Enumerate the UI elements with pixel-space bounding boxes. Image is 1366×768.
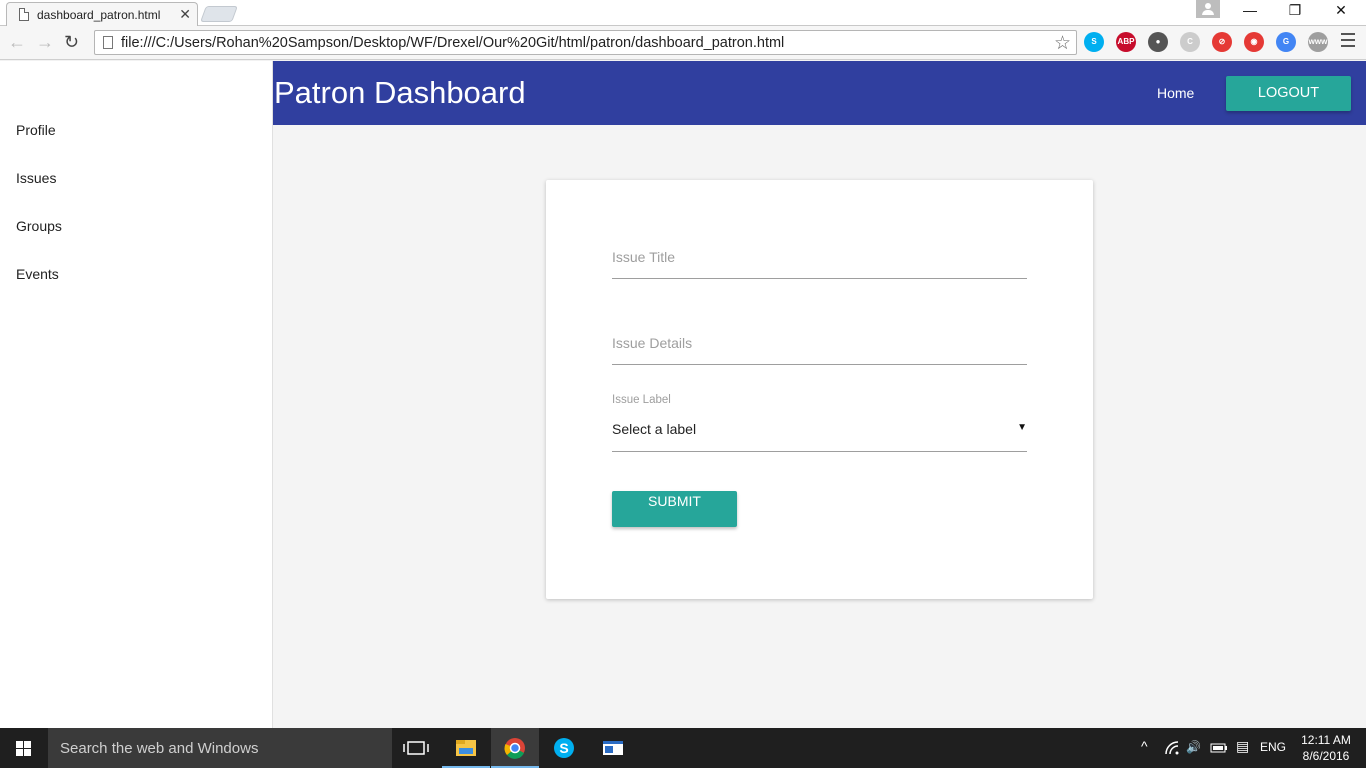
windows-start-icon[interactable] — [16, 741, 32, 756]
svg-text:S: S — [559, 740, 568, 756]
adblock-extension-icon[interactable]: ABP — [1116, 32, 1136, 52]
taskbar-clock[interactable]: 12:11 AM 8/6/2016 — [1296, 732, 1356, 764]
www-extension-icon[interactable]: www — [1308, 32, 1328, 52]
sidebar-item-issues[interactable]: Issues — [16, 170, 56, 186]
page-viewport: Profile Issues Groups Events Patron Dash… — [0, 61, 1366, 728]
volume-icon[interactable]: 🔊 — [1186, 740, 1201, 754]
document-icon — [19, 8, 29, 21]
app-window-icon[interactable] — [589, 728, 637, 768]
sidebar-item-events[interactable]: Events — [16, 266, 59, 282]
user-profile-icon[interactable] — [1196, 0, 1220, 18]
taskbar-search-placeholder: Search the web and Windows — [60, 740, 259, 757]
task-view-icon[interactable] — [392, 728, 440, 768]
issue-form-card: Issue Title Issue Details Issue Label Se… — [546, 180, 1093, 599]
taskbar-search-box[interactable]: Search the web and Windows — [48, 728, 392, 768]
page-title: Patron Dashboard — [274, 75, 526, 110]
address-bar[interactable]: file:///C:/Users/Rohan%20Sampson/Desktop… — [94, 30, 1077, 55]
no-flash-extension-icon[interactable]: ⊘ — [1212, 32, 1232, 52]
translate-extension-icon[interactable]: G — [1276, 32, 1296, 52]
chrome-menu-icon[interactable] — [1341, 33, 1355, 51]
tab-title: dashboard_patron.html — [37, 8, 161, 22]
tray-chevron-icon[interactable]: ^ — [1141, 738, 1148, 754]
issue-details-input[interactable]: Issue Details — [612, 335, 1027, 365]
issue-title-placeholder: Issue Title — [612, 249, 676, 265]
forward-arrow-icon[interactable]: → — [36, 32, 54, 53]
url-text[interactable]: file:///C:/Users/Rohan%20Sampson/Desktop… — [121, 35, 784, 51]
new-tab-button[interactable] — [200, 6, 238, 22]
skype-taskbar-icon[interactable]: S — [540, 728, 588, 768]
refresh-ext-extension-icon[interactable]: C — [1180, 32, 1200, 52]
page-icon — [103, 36, 113, 49]
browser-tabstrip: dashboard_patron.html ✕ — ❐ ✕ — [0, 0, 1366, 26]
browser-tab[interactable]: dashboard_patron.html ✕ — [6, 2, 198, 26]
bookmark-star-icon[interactable]: ☆ — [1054, 32, 1071, 55]
issue-label-caption: Issue Label — [612, 394, 671, 406]
back-arrow-icon[interactable]: ← — [8, 32, 26, 53]
wifi-icon[interactable] — [1164, 740, 1180, 756]
dropdown-caret-icon: ▼ — [1017, 422, 1027, 433]
clock-time: 12:11 AM — [1301, 733, 1351, 747]
minimize-button[interactable]: — — [1235, 2, 1265, 18]
browser-toolbar: ← → ↻ file:///C:/Users/Rohan%20Sampson/D… — [0, 26, 1366, 60]
header-bar: Patron Dashboard Home LOGOUT — [273, 61, 1366, 125]
sidebar-item-profile[interactable]: Profile — [16, 122, 56, 138]
chrome-taskbar-icon[interactable] — [491, 728, 539, 768]
reload-icon[interactable]: ↻ — [64, 32, 79, 53]
clock-date: 8/6/2016 — [1302, 749, 1350, 763]
issue-label-select[interactable]: Select a label ▼ — [612, 421, 1027, 452]
windows-taskbar: Search the web and Windows S ^ 🔊 ▤ ENG 1… — [0, 728, 1366, 768]
language-indicator[interactable]: ENG — [1260, 740, 1286, 754]
record-extension-icon[interactable]: ◉ — [1244, 32, 1264, 52]
close-window-button[interactable]: ✕ — [1326, 2, 1356, 19]
notification-icon[interactable]: ▤ — [1236, 738, 1249, 755]
skype-extension-icon[interactable]: S — [1084, 32, 1104, 52]
submit-button[interactable]: SUBMIT — [612, 491, 737, 527]
logout-button[interactable]: LOGOUT — [1226, 76, 1351, 111]
battery-icon[interactable] — [1210, 742, 1228, 754]
issue-title-input[interactable]: Issue Title — [612, 249, 1027, 279]
issue-label-value: Select a label — [612, 421, 697, 437]
restore-button[interactable]: ❐ — [1280, 2, 1310, 19]
bulb-extension-icon[interactable]: ● — [1148, 32, 1168, 52]
sidebar-item-groups[interactable]: Groups — [16, 218, 62, 234]
issue-details-placeholder: Issue Details — [612, 335, 693, 351]
tab-close-icon[interactable]: ✕ — [179, 6, 191, 23]
sidebar: Profile Issues Groups Events — [0, 61, 273, 728]
home-link[interactable]: Home — [1157, 85, 1194, 101]
file-explorer-icon[interactable] — [442, 728, 490, 768]
